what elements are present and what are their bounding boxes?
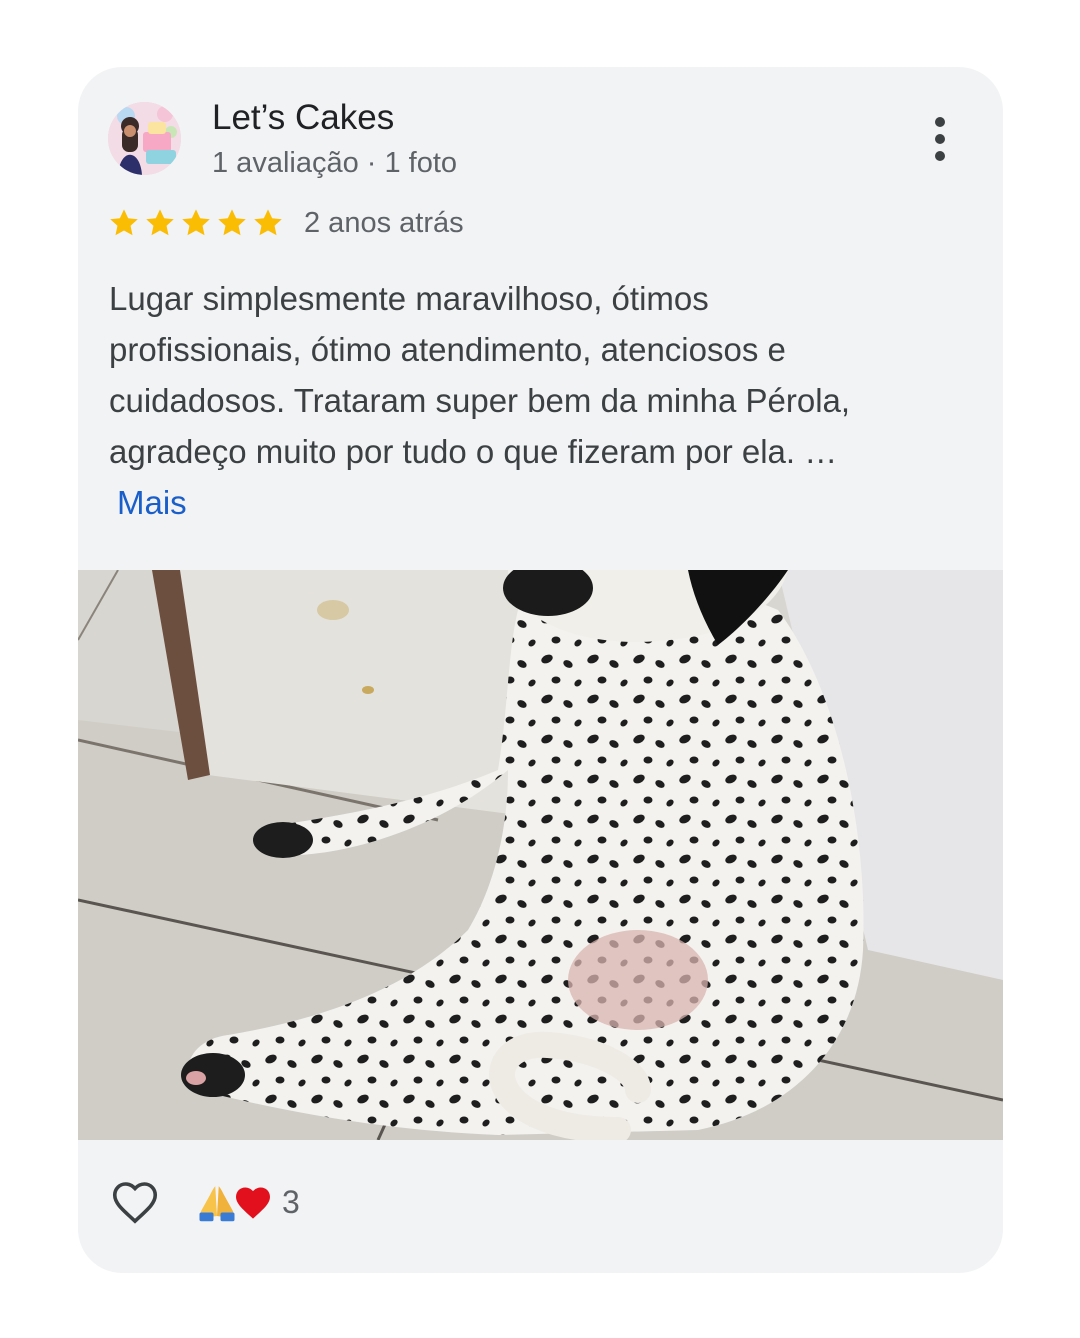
reaction-summary[interactable]: 3 — [196, 1181, 300, 1223]
star-icon — [218, 209, 246, 236]
review-text-line: profissionais, ótimo atendimento, atenci… — [109, 331, 786, 368]
review-text: Lugar simplesmente maravilhoso, ótimos p… — [109, 273, 939, 528]
review-date: 2 anos atrás — [304, 206, 464, 239]
review-photo[interactable] — [78, 570, 1003, 1140]
more-options-button[interactable] — [920, 113, 960, 165]
dalmatian-puppy-image — [78, 570, 1003, 1140]
more-link[interactable]: Mais — [117, 477, 187, 528]
star-icon — [182, 209, 210, 236]
reviewer-meta: 1 avaliação · 1 foto — [212, 147, 458, 179]
star-rating — [108, 207, 284, 239]
reaction-count: 3 — [282, 1183, 300, 1220]
reviewer-avatar[interactable] — [108, 102, 181, 175]
star-icon — [146, 209, 174, 236]
review-card: Let’s Cakes 1 avaliação · 1 foto 2 anos … — [78, 67, 1003, 1273]
star-icon — [254, 209, 282, 236]
rating-row: 2 anos atrás — [108, 203, 464, 243]
reviewer-avatar-image — [108, 102, 181, 175]
red-heart-emoji — [236, 1187, 270, 1219]
more-vertical-icon — [935, 117, 945, 127]
reviewer-name[interactable]: Let’s Cakes — [212, 97, 394, 139]
review-footer: 3 — [108, 1172, 300, 1232]
star-icon — [110, 209, 138, 236]
review-text-line: Lugar simplesmente maravilhoso, ótimos — [109, 280, 709, 317]
review-text-line: agradeço muito por tudo o que fizeram po… — [109, 433, 838, 470]
review-text-line: cuidadosos. Trataram super bem da minha … — [109, 382, 851, 419]
heart-outline-icon[interactable] — [108, 1175, 162, 1229]
